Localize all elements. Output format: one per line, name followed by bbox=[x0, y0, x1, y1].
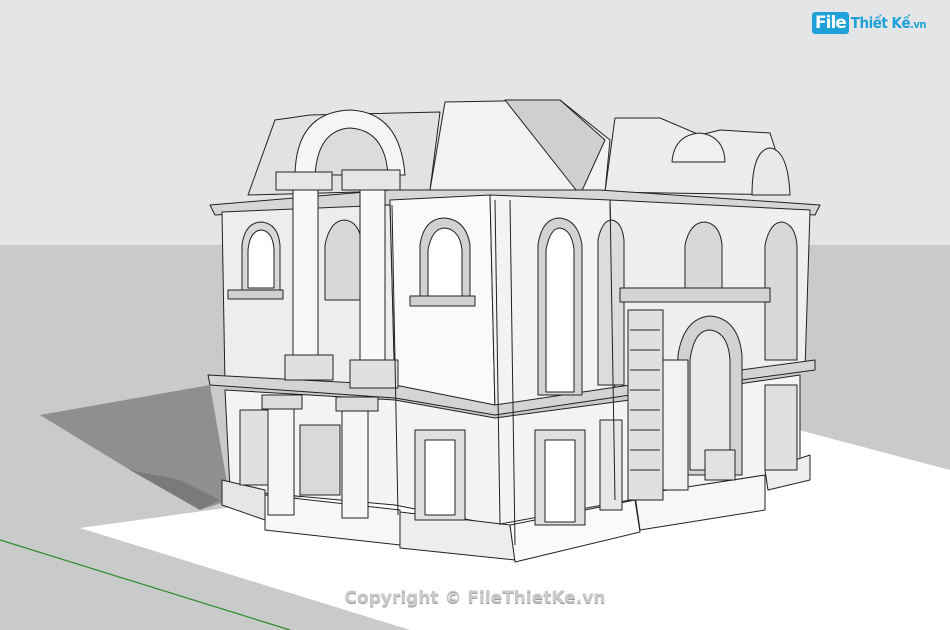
logo-name-main: Thiết Kế bbox=[850, 14, 911, 32]
villa-model-viewport bbox=[0, 0, 950, 630]
building bbox=[207, 99, 821, 563]
site-logo[interactable]: File Thiết Kế.vn bbox=[812, 12, 926, 34]
copyright-watermark: Copyright © FileThietKe.vn bbox=[344, 588, 606, 608]
logo-name: Thiết Kế.vn bbox=[850, 14, 927, 32]
logo-suffix: .vn bbox=[910, 18, 926, 31]
logo-badge: File bbox=[812, 12, 849, 34]
